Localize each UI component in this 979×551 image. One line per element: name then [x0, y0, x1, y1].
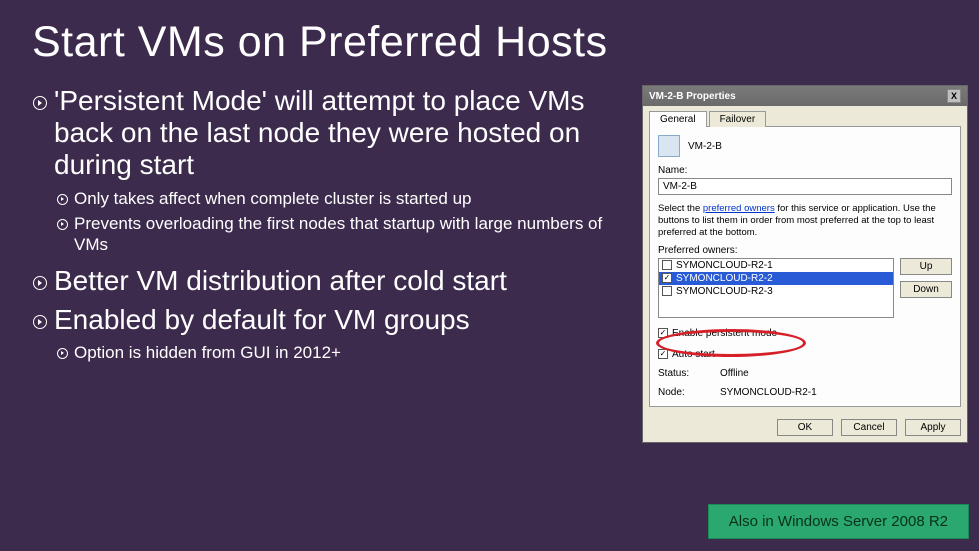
bullet-1b: Prevents overloading the first nodes tha…: [56, 213, 632, 256]
checkbox-icon[interactable]: ✓: [658, 328, 668, 338]
owner-name: SYMONCLOUD-R2-3: [676, 286, 773, 297]
owner-name: SYMONCLOUD-R2-1: [676, 260, 773, 271]
bullet-1a: Only takes affect when complete cluster …: [56, 188, 632, 209]
bullet-3-text: Enabled by default for VM groups: [54, 304, 470, 336]
left-column: 'Persistent Mode' will attempt to place …: [32, 85, 642, 443]
node-value: SYMONCLOUD-R2-1: [720, 387, 817, 398]
list-item[interactable]: ✓ SYMONCLOUD-R2-2: [659, 272, 893, 285]
apply-button[interactable]: Apply: [905, 419, 961, 436]
up-button[interactable]: Up: [900, 258, 952, 275]
dialog-titlebar[interactable]: VM-2-B Properties X: [643, 86, 967, 106]
content-row: 'Persistent Mode' will attempt to place …: [0, 67, 979, 443]
auto-start-label: Auto start: [672, 349, 715, 360]
arrow-circle-icon: [32, 95, 48, 111]
persistent-mode-row[interactable]: ✓ Enable persistent mode: [658, 328, 952, 339]
checkbox-icon[interactable]: ✓: [658, 349, 668, 359]
footer-badge: Also in Windows Server 2008 R2: [708, 504, 969, 539]
reorder-buttons: Up Down: [900, 258, 952, 318]
status-row: Status: Offline: [658, 368, 952, 379]
tab-general[interactable]: General: [649, 111, 707, 127]
list-item[interactable]: SYMONCLOUD-R2-1: [659, 259, 893, 272]
auto-start-row[interactable]: ✓ Auto start: [658, 349, 952, 360]
bullet-2: Better VM distribution after cold start: [32, 265, 632, 297]
checkbox-icon[interactable]: [662, 260, 672, 270]
bullet-3: Enabled by default for VM groups: [32, 304, 632, 336]
slide-title: Start VMs on Preferred Hosts: [0, 0, 979, 67]
owner-name: SYMONCLOUD-R2-2: [676, 273, 773, 284]
dialog-title-text: VM-2-B Properties: [649, 91, 736, 102]
arrow-circle-icon: [56, 193, 68, 205]
bullet-3a-text: Option is hidden from GUI in 2012+: [74, 342, 341, 363]
preferred-owners-help: Select the preferred owners for this ser…: [658, 203, 952, 239]
tab-strip: General Failover: [643, 106, 967, 126]
tab-body-general: VM-2-B Name: Select the preferred owners…: [649, 126, 961, 407]
arrow-circle-icon: [32, 275, 48, 291]
vm-header: VM-2-B: [658, 135, 952, 157]
arrow-circle-icon: [32, 314, 48, 330]
bullet-1b-text: Prevents overloading the first nodes tha…: [74, 213, 632, 256]
node-row: Node: SYMONCLOUD-R2-1: [658, 387, 952, 398]
persistent-mode-label: Enable persistent mode: [672, 328, 777, 339]
bullet-1: 'Persistent Mode' will attempt to place …: [32, 85, 632, 182]
status-value: Offline: [720, 368, 749, 379]
vm-label: VM-2-B: [688, 141, 722, 152]
cancel-button[interactable]: Cancel: [841, 419, 897, 436]
vm-icon: [658, 135, 680, 157]
checkbox-icon[interactable]: ✓: [662, 273, 672, 283]
ok-button[interactable]: OK: [777, 419, 833, 436]
bullet-2-text: Better VM distribution after cold start: [54, 265, 507, 297]
properties-dialog: VM-2-B Properties X General Failover VM-…: [642, 85, 968, 443]
arrow-circle-icon: [56, 347, 68, 359]
bullet-3a: Option is hidden from GUI in 2012+: [56, 342, 632, 363]
list-item[interactable]: SYMONCLOUD-R2-3: [659, 285, 893, 298]
bullet-1-text: 'Persistent Mode' will attempt to place …: [54, 85, 632, 182]
close-icon[interactable]: X: [947, 89, 961, 103]
bullet-1a-text: Only takes affect when complete cluster …: [74, 188, 472, 209]
help-pre: Select the: [658, 203, 703, 214]
name-label: Name:: [658, 165, 952, 176]
preferred-owners-list[interactable]: SYMONCLOUD-R2-1 ✓ SYMONCLOUD-R2-2 SYMONC…: [658, 258, 894, 318]
tab-failover[interactable]: Failover: [709, 111, 767, 127]
checkbox-icon[interactable]: [662, 286, 672, 296]
status-label: Status:: [658, 368, 700, 379]
preferred-owners-row: SYMONCLOUD-R2-1 ✓ SYMONCLOUD-R2-2 SYMONC…: [658, 258, 952, 318]
dialog-buttons: OK Cancel Apply: [643, 413, 967, 442]
preferred-owners-link[interactable]: preferred owners: [703, 203, 775, 214]
arrow-circle-icon: [56, 218, 68, 230]
down-button[interactable]: Down: [900, 281, 952, 298]
node-label: Node:: [658, 387, 700, 398]
preferred-owners-label: Preferred owners:: [658, 245, 952, 256]
name-input[interactable]: [658, 178, 952, 195]
right-column: VM-2-B Properties X General Failover VM-…: [642, 85, 972, 443]
